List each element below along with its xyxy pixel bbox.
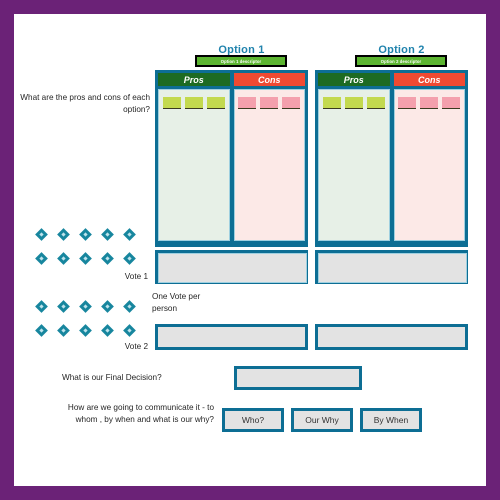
board-canvas: Option 1 Option 2 Option 1 descriptor Op… [14, 14, 486, 486]
vote-2-dot-grid[interactable] [30, 294, 140, 342]
our-why-button[interactable]: Our Why [291, 408, 353, 432]
option-2-column-headers: Pros Cons [318, 73, 465, 86]
vote-dot-icon[interactable] [100, 299, 114, 313]
one-vote-note: One Vote per person [152, 292, 201, 313]
vote-dot-icon[interactable] [56, 323, 70, 337]
vote-1-box-option-2[interactable] [315, 250, 468, 284]
communicate-question: How are we going to communicate it - to … [67, 403, 214, 424]
option-2-descriptor-label: Option 2 descriptor [357, 57, 445, 65]
vote-dot-icon[interactable] [122, 299, 136, 313]
option-2-cons-column[interactable] [393, 89, 465, 241]
vote-1-box-option-1[interactable] [155, 250, 308, 284]
option-1-pros-column[interactable] [158, 89, 230, 241]
option-2-cons-header: Cons [393, 73, 465, 86]
sticky-note-con[interactable] [238, 97, 257, 109]
vote-dot-icon[interactable] [56, 299, 70, 313]
vote-dot-icon[interactable] [34, 227, 48, 241]
option-1-panel: Pros Cons [155, 70, 308, 247]
vote-2-label: Vote 2 [124, 342, 148, 351]
decision-board: Option 1 Option 2 Option 1 descriptor Op… [0, 0, 500, 500]
sticky-note-con[interactable] [260, 97, 279, 109]
vote-2-box-option-1[interactable] [155, 324, 308, 350]
option-2-panel: Pros Cons [315, 70, 468, 247]
option-2-columns [318, 89, 465, 241]
sticky-note-pro[interactable] [344, 97, 363, 109]
vote-dot-icon[interactable] [34, 323, 48, 337]
vote-dot-icon[interactable] [56, 227, 70, 241]
vote-dot-icon[interactable] [100, 227, 114, 241]
vote-2-box-option-2[interactable] [315, 324, 468, 350]
sticky-note-con[interactable] [398, 97, 417, 109]
vote-dot-icon[interactable] [122, 251, 136, 265]
who-button[interactable]: Who? [222, 408, 284, 432]
option-1-column-headers: Pros Cons [158, 73, 305, 86]
sticky-note-con[interactable] [282, 97, 301, 109]
option-1-descriptor-label: Option 1 descriptor [197, 57, 285, 65]
vote-1-label: Vote 1 [124, 272, 148, 281]
vote-1-box-option-1-field[interactable] [158, 253, 307, 283]
vote-dot-icon[interactable] [78, 251, 92, 265]
option-1-cons-header: Cons [233, 73, 305, 86]
option-1-cons-column[interactable] [233, 89, 305, 241]
sticky-note-con[interactable] [420, 97, 439, 109]
vote-dot-icon[interactable] [78, 227, 92, 241]
option-2-pros-column[interactable] [318, 89, 390, 241]
vote-dot-icon[interactable] [122, 227, 136, 241]
option-2-pros-header: Pros [318, 73, 390, 86]
vote-dot-icon[interactable] [34, 251, 48, 265]
vote-dot-icon[interactable] [78, 299, 92, 313]
option-1-descriptor-chip[interactable]: Option 1 descriptor [195, 55, 287, 67]
vote-dot-icon[interactable] [100, 251, 114, 265]
sticky-note-pro[interactable] [162, 97, 181, 109]
sticky-note-pro[interactable] [322, 97, 341, 109]
sticky-note-con[interactable] [442, 97, 461, 109]
sticky-note-pro[interactable] [366, 97, 385, 109]
sticky-note-pro[interactable] [184, 97, 203, 109]
final-decision-question: What is our Final Decision? [62, 373, 162, 382]
final-decision-field[interactable] [234, 366, 362, 390]
vote-dot-icon[interactable] [122, 323, 136, 337]
option-1-columns [158, 89, 305, 241]
vote-dot-icon[interactable] [34, 299, 48, 313]
option-1-pros-header: Pros [158, 73, 230, 86]
option-2-descriptor-chip[interactable]: Option 2 descriptor [355, 55, 447, 67]
vote-dot-icon[interactable] [100, 323, 114, 337]
vote-1-box-option-2-field[interactable] [318, 253, 467, 283]
by-when-button[interactable]: By When [360, 408, 422, 432]
vote-dot-icon[interactable] [56, 251, 70, 265]
sticky-note-pro[interactable] [206, 97, 225, 109]
vote-1-dot-grid[interactable] [30, 222, 140, 270]
vote-dot-icon[interactable] [78, 323, 92, 337]
pros-cons-question: What are the pros and cons of each optio… [20, 93, 150, 114]
